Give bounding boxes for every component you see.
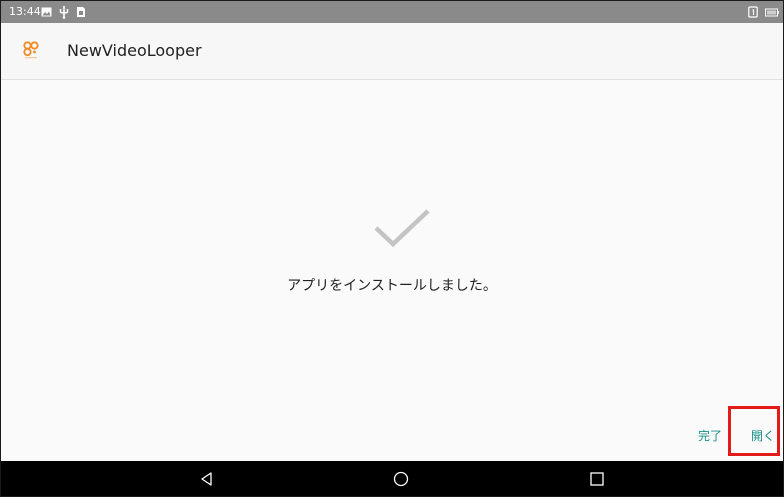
recents-icon[interactable] — [588, 470, 606, 488]
sim-card-icon — [77, 7, 85, 17]
battery-icon — [765, 8, 779, 17]
usb-icon — [59, 6, 69, 19]
navigation-bar — [1, 461, 783, 496]
open-button-highlight — [728, 406, 780, 456]
home-icon[interactable] — [392, 470, 410, 488]
back-icon[interactable] — [198, 470, 216, 488]
notification-icon — [748, 6, 758, 18]
app-bar: NewVideoLooper — [1, 23, 783, 80]
status-bar: 13:44 — [1, 1, 783, 23]
done-button[interactable]: 完了 — [698, 427, 722, 445]
checkmark-icon — [374, 209, 430, 248]
install-success-message: アプリをインストールしました。 — [287, 278, 497, 294]
status-time: 13:44 — [9, 5, 41, 18]
screen: 13:44 NewVideoLooper アプリをインストールしました。 完了 … — [0, 0, 784, 497]
app-title: NewVideoLooper — [67, 41, 202, 60]
image-icon — [41, 7, 52, 17]
install-result-panel: アプリをインストールしました。 完了 開く — [1, 80, 783, 461]
app-logo-icon — [23, 41, 39, 59]
